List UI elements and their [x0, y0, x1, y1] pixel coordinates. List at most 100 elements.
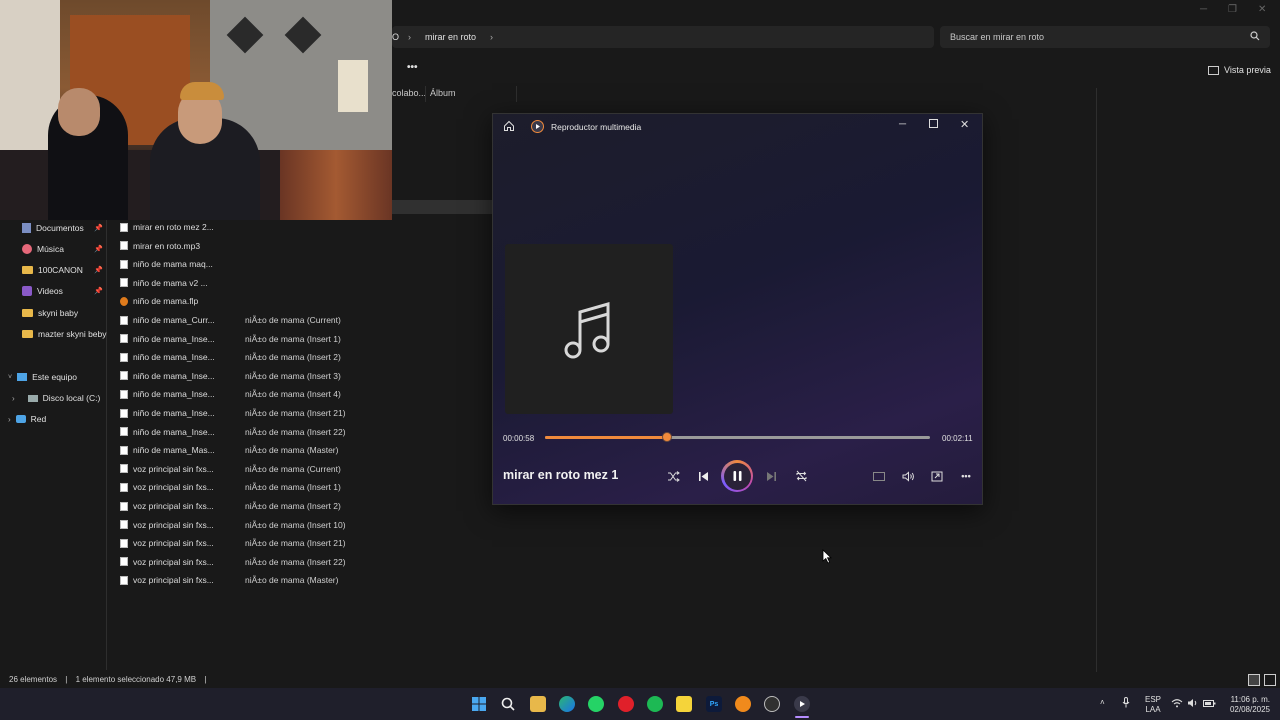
wifi-icon[interactable] — [1171, 698, 1183, 711]
file-name: voz principal sin fxs... — [133, 575, 214, 586]
search-box[interactable]: Buscar en mirar en roto — [940, 26, 1270, 48]
file-row[interactable]: niño de mama_Inse... niÃ±o de mama (Inser… — [120, 424, 440, 440]
more-options-player-button[interactable]: ••• — [956, 466, 976, 486]
player-minimize-button[interactable]: ─ — [899, 119, 906, 130]
next-button[interactable] — [761, 466, 781, 486]
previous-button[interactable] — [693, 466, 713, 486]
file-row[interactable]: niño de mama_Curr... niÃ±o de mama (Curre… — [120, 312, 440, 328]
folder-icon — [22, 330, 33, 338]
file-name: voz principal sin fxs... — [133, 538, 214, 549]
cast-button[interactable] — [927, 466, 947, 486]
sticky-notes-icon[interactable] — [676, 696, 692, 712]
file-album: niÃ±o de mama (Insert 4) — [245, 389, 341, 400]
file-row[interactable]: voz principal sin fxs... niÃ±o de mama (M… — [120, 572, 440, 588]
sidebar-item-100canon[interactable]: 100CANON 📌 — [22, 262, 103, 278]
spotify-icon[interactable] — [647, 696, 663, 712]
opera-icon[interactable] — [618, 696, 634, 712]
file-name: niño de mama_Mas... — [133, 445, 215, 456]
search-input[interactable]: Buscar en mirar en roto — [950, 32, 1044, 42]
keyboard-language[interactable]: ESP LAA — [1145, 695, 1161, 715]
file-row[interactable]: niño de mama maq... — [120, 256, 440, 272]
sidebar-item-this-pc[interactable]: ˅ Este equipo — [8, 369, 77, 385]
chevron-right-icon[interactable]: › — [8, 415, 11, 424]
sidebar-item-label: Música — [37, 244, 64, 254]
file-row[interactable]: niño de mama.flp — [120, 293, 440, 309]
file-row[interactable]: voz principal sin fxs... niÃ±o de mama (C… — [120, 461, 440, 477]
search-icon[interactable] — [500, 696, 516, 712]
file-row[interactable]: niño de mama_Inse... niÃ±o de mama (Inser… — [120, 331, 440, 347]
file-explorer-icon[interactable] — [530, 696, 546, 712]
file-row[interactable]: niño de mama_Inse... niÃ±o de mama (Inser… — [120, 349, 440, 365]
minimize-window-button[interactable]: ─ — [1200, 4, 1207, 15]
clock[interactable]: 11:06 p. m. 02/08/2025 — [1222, 695, 1270, 715]
file-row[interactable]: niño de mama_Inse... niÃ±o de mama (Inser… — [120, 368, 440, 384]
sidebar-item-skyni-baby[interactable]: skyni baby — [22, 305, 78, 321]
home-icon[interactable] — [503, 120, 515, 134]
player-titlebar[interactable]: Reproductor multimedia ─ ✕ — [493, 114, 982, 140]
repeat-button[interactable] — [791, 466, 811, 486]
file-row[interactable]: mirar en roto.mp3 — [120, 238, 440, 254]
chevron-right-icon[interactable]: › — [12, 394, 15, 403]
seek-bar-progress — [545, 436, 668, 439]
chevron-up-icon[interactable]: ˄ — [1100, 698, 1105, 708]
column-header-collab[interactable]: colabo... — [392, 88, 426, 98]
battery-icon[interactable] — [1203, 698, 1216, 711]
file-album: niÃ±o de mama (Insert 1) — [245, 333, 341, 344]
play-pause-button[interactable] — [721, 460, 753, 492]
file-row[interactable]: niño de mama v2 ... — [120, 275, 440, 291]
media-player-icon[interactable] — [794, 696, 810, 712]
obs-icon[interactable] — [764, 696, 780, 712]
fl-studio-icon[interactable] — [735, 696, 751, 712]
file-row[interactable]: mirar en roto mez 2... — [120, 219, 440, 235]
breadcrumb-current[interactable]: mirar en roto — [425, 32, 476, 42]
total-time: 00:02:11 — [942, 434, 973, 443]
sidebar-item-music[interactable]: Música 📌 — [22, 241, 103, 257]
file-row[interactable]: voz principal sin fxs... niÃ±o de mama (I… — [120, 535, 440, 551]
player-maximize-button[interactable] — [929, 119, 938, 130]
chevron-right-icon[interactable]: › — [490, 32, 493, 42]
column-header-album[interactable]: Álbum — [430, 88, 456, 98]
seek-bar-thumb[interactable] — [662, 432, 673, 442]
whatsapp-icon[interactable] — [588, 696, 604, 712]
sidebar-item-network[interactable]: › Red — [8, 411, 46, 427]
photoshop-icon[interactable]: Ps — [706, 696, 722, 712]
audio-file-icon — [120, 259, 128, 269]
details-view-icon[interactable] — [1248, 674, 1260, 686]
sidebar-item-mazter-skyni-beby[interactable]: mazter skyni beby — [22, 326, 107, 342]
file-row[interactable]: voz principal sin fxs... niÃ±o de mama (I… — [120, 517, 440, 533]
column-divider[interactable] — [516, 86, 517, 102]
file-row[interactable]: voz principal sin fxs... niÃ±o de mama (I… — [120, 554, 440, 570]
audio-file-icon — [120, 389, 128, 399]
close-window-button[interactable]: ✕ — [1258, 4, 1266, 15]
sidebar-divider[interactable] — [106, 220, 107, 670]
sidebar-item-documents[interactable]: Documentos 📌 — [22, 220, 103, 236]
volume-button[interactable] — [898, 466, 918, 486]
sidebar-item-label: 100CANON — [38, 265, 83, 275]
player-close-button[interactable]: ✕ — [960, 118, 969, 131]
file-row[interactable]: voz principal sin fxs... niÃ±o de mama (I… — [120, 498, 440, 514]
address-bar[interactable]: O › mirar en roto › — [392, 26, 934, 48]
sidebar-item-local-disk[interactable]: › Disco local (C:) — [12, 390, 100, 406]
file-row[interactable]: niño de mama_Mas... niÃ±o de mama (Master… — [120, 442, 440, 458]
preview-pane-button[interactable]: Vista previa — [1208, 65, 1271, 75]
file-row[interactable]: voz principal sin fxs... niÃ±o de mama (I… — [120, 479, 440, 495]
search-icon[interactable] — [1250, 31, 1260, 43]
large-icons-view-icon[interactable] — [1264, 674, 1276, 686]
breadcrumb-prev[interactable]: O — [392, 32, 399, 42]
column-divider[interactable] — [425, 86, 426, 102]
microphone-icon[interactable] — [1122, 697, 1130, 711]
file-row[interactable]: niño de mama_Inse... niÃ±o de mama (Inser… — [120, 405, 440, 421]
sidebar-item-videos[interactable]: Videos 📌 — [22, 283, 103, 299]
maximize-window-button[interactable]: ❐ — [1228, 4, 1237, 15]
mini-player-button[interactable] — [869, 466, 889, 486]
seek-bar[interactable] — [545, 432, 930, 442]
volume-tray-icon[interactable] — [1187, 698, 1199, 711]
edge-icon[interactable] — [559, 696, 575, 712]
chevron-down-icon[interactable]: ˅ — [8, 374, 12, 381]
start-icon[interactable] — [471, 696, 487, 712]
file-row[interactable]: niño de mama_Inse... niÃ±o de mama (Inser… — [120, 386, 440, 402]
audio-file-icon — [120, 501, 128, 511]
more-options-button[interactable]: ••• — [407, 62, 418, 73]
item-count: 26 elementos — [9, 675, 58, 684]
shuffle-button[interactable] — [663, 466, 683, 486]
